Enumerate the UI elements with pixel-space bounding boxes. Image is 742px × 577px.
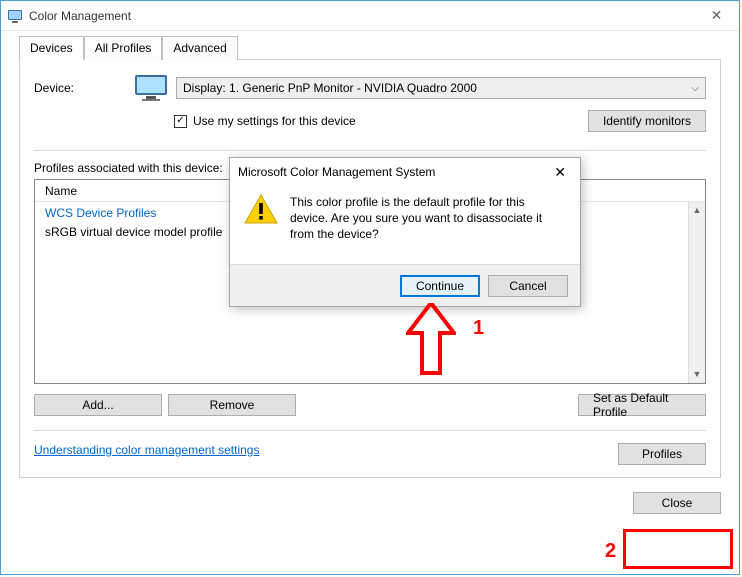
- tab-all-profiles[interactable]: All Profiles: [84, 36, 163, 60]
- app-icon: [7, 8, 23, 24]
- dialog-message: This color profile is the default profil…: [290, 194, 562, 243]
- continue-label: Continue: [416, 279, 464, 293]
- device-row: Device: Display: 1. Generic PnP Monitor …: [34, 74, 706, 102]
- annotation-close-highlight: [623, 529, 733, 569]
- separator: [34, 150, 706, 151]
- color-management-window: Color Management ✕ Devices All Profiles …: [0, 0, 740, 575]
- cancel-button[interactable]: Cancel: [488, 275, 568, 297]
- dialog-titlebar: Microsoft Color Management System ✕: [230, 158, 580, 186]
- scroll-up-button[interactable]: ▲: [689, 202, 705, 219]
- set-default-button[interactable]: Set as Default Profile: [578, 394, 706, 416]
- tabstrip: Devices All Profiles Advanced: [19, 35, 721, 60]
- tab-devices[interactable]: Devices: [19, 36, 84, 60]
- cancel-label: Cancel: [509, 279, 546, 293]
- window-close-button[interactable]: ✕: [694, 1, 739, 31]
- profile-buttons-row: Add... Remove Set as Default Profile: [34, 394, 706, 416]
- add-button[interactable]: Add...: [34, 394, 162, 416]
- device-select[interactable]: Display: 1. Generic PnP Monitor - NVIDIA…: [176, 77, 706, 99]
- warning-icon: [244, 194, 278, 224]
- scrollbar[interactable]: ▲ ▼: [688, 202, 705, 383]
- add-button-label: Add...: [82, 398, 113, 412]
- window-title: Color Management: [29, 9, 694, 23]
- identify-monitors-button[interactable]: Identify monitors: [588, 110, 706, 132]
- remove-button-label: Remove: [210, 398, 255, 412]
- profiles-button[interactable]: Profiles: [618, 443, 706, 465]
- titlebar: Color Management ✕: [1, 1, 739, 31]
- set-default-label: Set as Default Profile: [593, 391, 691, 419]
- tab-advanced[interactable]: Advanced: [162, 36, 237, 60]
- annotation-number-2: 2: [605, 540, 616, 563]
- profiles-button-label: Profiles: [642, 447, 682, 461]
- chevron-down-icon: ⌵: [691, 83, 699, 94]
- footer-separator: [34, 430, 706, 431]
- continue-button[interactable]: Continue: [400, 275, 480, 297]
- monitor-icon: [134, 74, 168, 102]
- dialog-button-row: Continue Cancel: [230, 264, 580, 306]
- settings-check-row: ✓ Use my settings for this device Identi…: [174, 110, 706, 132]
- identify-monitors-label: Identify monitors: [603, 114, 691, 128]
- device-select-value: Display: 1. Generic PnP Monitor - NVIDIA…: [183, 81, 477, 95]
- use-settings-label: Use my settings for this device: [193, 114, 356, 128]
- device-label: Device:: [34, 81, 134, 95]
- understanding-link[interactable]: Understanding color management settings: [34, 443, 259, 457]
- close-button-label: Close: [662, 496, 693, 510]
- confirm-dialog: Microsoft Color Management System ✕ This…: [229, 157, 581, 307]
- remove-button[interactable]: Remove: [168, 394, 296, 416]
- scroll-down-button[interactable]: ▼: [689, 366, 705, 383]
- use-settings-checkbox[interactable]: ✓: [174, 115, 187, 128]
- close-row: Close: [19, 492, 721, 514]
- dialog-title: Microsoft Color Management System: [238, 165, 548, 179]
- dialog-body: This color profile is the default profil…: [230, 186, 580, 247]
- close-button[interactable]: Close: [633, 492, 721, 514]
- dialog-close-button[interactable]: ✕: [548, 164, 572, 181]
